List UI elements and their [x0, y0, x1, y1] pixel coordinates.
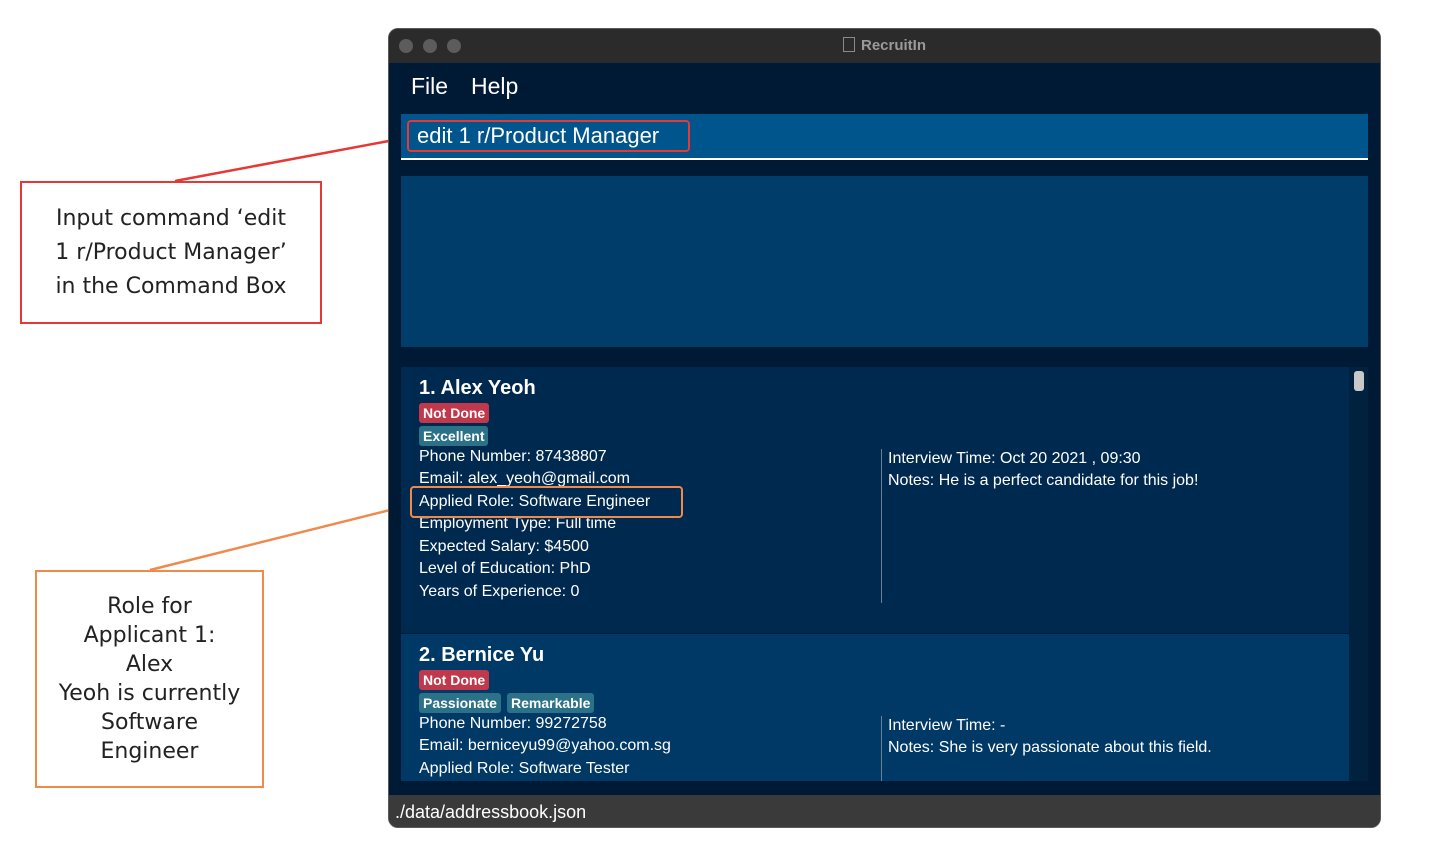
role-connector-line [149, 503, 411, 572]
experience-field: Years of Experience: 0 [419, 583, 580, 600]
applicant-card[interactable]: 2. Bernice Yu Not Done Passionate Remark… [401, 634, 1349, 781]
card-divider [881, 716, 882, 781]
salary-field: Expected Salary: $4500 [419, 538, 589, 555]
interview-field: Interview Time: - [888, 717, 1006, 734]
phone-field: Phone Number: 99272758 [419, 715, 607, 732]
menu-bar: File Help [389, 63, 1380, 109]
scrollbar-track[interactable] [1349, 367, 1368, 781]
tag-badge: Passionate [419, 693, 501, 713]
tag-badge: Remarkable [507, 693, 595, 713]
status-badge: Not Done [419, 403, 490, 423]
window-title-text: RecruitIn [860, 37, 926, 54]
applicant-name: 1. Alex Yeoh [419, 377, 536, 399]
command-highlight-box [407, 120, 690, 152]
menu-help[interactable]: Help [471, 73, 518, 100]
command-connector-line [174, 135, 411, 183]
command-annotation-text: Input command ‘edit 1 r/Product Manager’… [55, 205, 287, 299]
status-bar: ./data/addressbook.json [389, 795, 1380, 827]
notes-field: Notes: He is a perfect candidate for thi… [888, 472, 1199, 489]
card-divider [881, 449, 882, 603]
command-annotation-box: Input command ‘edit 1 r/Product Manager’… [20, 181, 322, 324]
app-window: RecruitIn File Help 1. Alex Yeoh Not Don… [388, 28, 1381, 828]
data-file-path: ./data/addressbook.json [395, 802, 587, 822]
phone-field: Phone Number: 87438807 [419, 448, 607, 465]
email-field: Email: berniceyu99@yahoo.com.sg [419, 737, 671, 754]
result-display [401, 176, 1368, 347]
status-badge: Not Done [419, 670, 490, 690]
role-annotation-box: Role for Applicant 1: Alex Yeoh is curre… [35, 570, 264, 788]
title-bar: RecruitIn [389, 29, 1380, 63]
tag-badge: Excellent [419, 426, 489, 446]
scrollbar-thumb[interactable] [1354, 371, 1364, 391]
window-title: RecruitIn [389, 37, 1380, 54]
role-highlight-box [410, 486, 683, 518]
role-annotation-text: Role for Applicant 1: Alex Yeoh is curre… [58, 594, 241, 764]
menu-file[interactable]: File [411, 73, 448, 100]
interview-field: Interview Time: Oct 20 2021 , 09:30 [888, 450, 1141, 467]
applicant-name: 2. Bernice Yu [419, 644, 545, 666]
applicant-list: 1. Alex Yeoh Not Done Excellent Phone Nu… [401, 367, 1368, 781]
role-field: Applied Role: Software Tester [419, 760, 630, 777]
education-field: Level of Education: PhD [419, 560, 591, 577]
document-icon [842, 37, 855, 52]
notes-field: Notes: She is very passionate about this… [888, 739, 1212, 756]
